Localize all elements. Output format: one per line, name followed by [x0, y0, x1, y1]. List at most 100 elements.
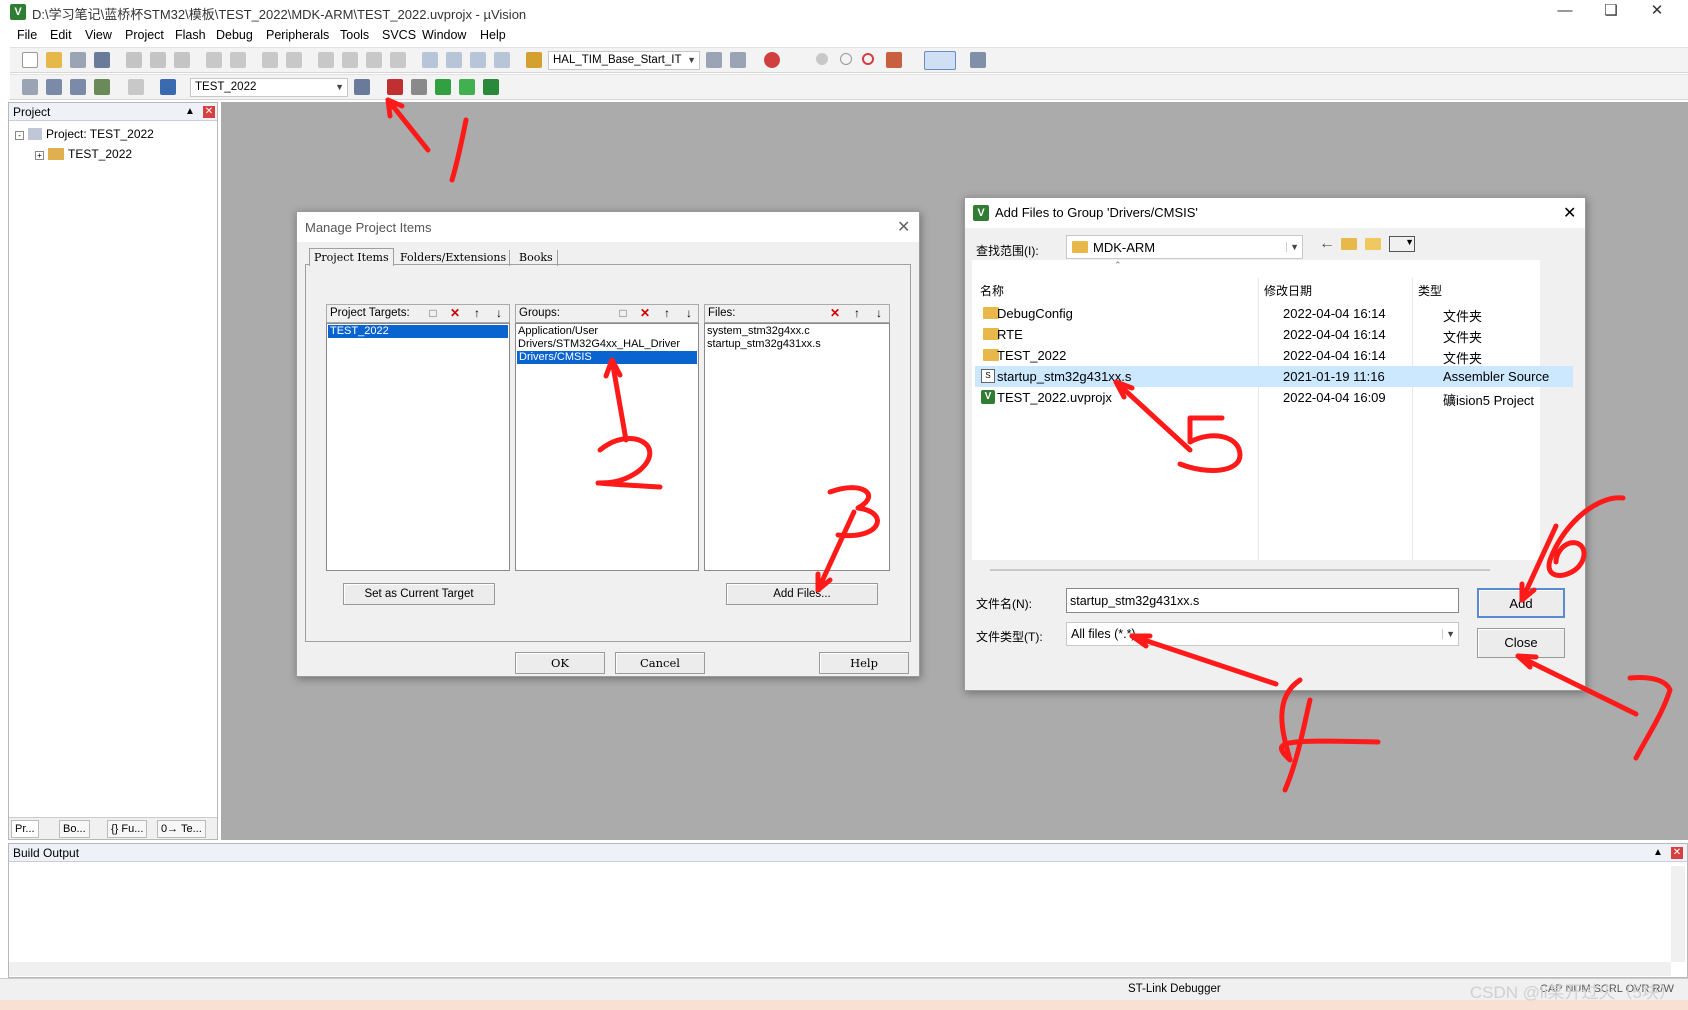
add-files-button[interactable]: Add Files...: [726, 583, 878, 605]
delete-target-icon[interactable]: ✕: [447, 305, 463, 321]
target-options-icon[interactable]: [354, 79, 370, 95]
uncomment-icon[interactable]: [494, 52, 510, 68]
help-button[interactable]: Help: [819, 652, 909, 674]
paste-icon[interactable]: [174, 52, 190, 68]
pin-icon[interactable]: ▲: [185, 106, 195, 117]
vertical-scrollbar[interactable]: [1671, 866, 1685, 962]
move-down-icon[interactable]: ↓: [871, 305, 887, 321]
filetype-combo[interactable]: All files (*.*) ▼: [1066, 622, 1459, 646]
cancel-button[interactable]: Cancel: [615, 652, 705, 674]
function-combo[interactable]: HAL_TIM_Base_Start_IT ▼: [548, 51, 700, 70]
maximize-button[interactable]: ❑: [1588, 0, 1634, 24]
save-icon[interactable]: [70, 52, 86, 68]
menu-tools[interactable]: Tools: [333, 27, 376, 43]
file-row[interactable]: RTE 2022-04-04 16:14 文件夹: [975, 324, 1573, 345]
download-icon[interactable]: [160, 79, 176, 95]
new-target-icon[interactable]: □: [425, 305, 441, 321]
breakpoint-disable-icon[interactable]: [840, 53, 852, 65]
list-item[interactable]: Drivers/CMSIS: [517, 351, 697, 364]
move-down-icon[interactable]: ↓: [491, 305, 507, 321]
list-item[interactable]: system_stm32g4xx.c: [705, 325, 889, 338]
horizontal-scrollbar[interactable]: [9, 962, 1671, 976]
undo-icon[interactable]: [206, 52, 222, 68]
move-up-icon[interactable]: ↑: [849, 305, 865, 321]
look-in-combo[interactable]: MDK-ARM ▼: [1066, 235, 1303, 259]
tab-functions[interactable]: {} Fu...: [107, 820, 148, 838]
list-item[interactable]: startup_stm32g431xx.s: [705, 338, 889, 351]
view-menu-icon[interactable]: ▼: [1389, 236, 1415, 252]
menu-file[interactable]: File: [10, 27, 44, 43]
new-folder-icon[interactable]: [1365, 238, 1381, 250]
bookmark-next-icon[interactable]: [366, 52, 382, 68]
menu-edit[interactable]: Edit: [43, 27, 79, 43]
build-icon[interactable]: [46, 79, 62, 95]
close-window-button[interactable]: ✕: [1634, 0, 1680, 24]
menu-window[interactable]: Window: [415, 27, 473, 43]
menu-help[interactable]: Help: [473, 27, 513, 43]
delete-file-icon[interactable]: ✕: [827, 305, 843, 321]
horizontal-scrollbar[interactable]: [990, 569, 1490, 571]
incremental-find-icon[interactable]: [730, 52, 746, 68]
copy-icon[interactable]: [150, 52, 166, 68]
close-icon[interactable]: ✕: [897, 217, 910, 237]
new-file-icon[interactable]: [22, 52, 38, 68]
add-button[interactable]: Add: [1477, 588, 1565, 618]
manage-project-items-icon[interactable]: [387, 79, 403, 95]
menu-project[interactable]: Project: [118, 27, 171, 43]
minimize-button[interactable]: —: [1542, 0, 1588, 24]
close-button[interactable]: Close: [1477, 628, 1565, 658]
open-file-icon[interactable]: [46, 52, 62, 68]
close-icon[interactable]: ✕: [203, 106, 215, 118]
ok-button[interactable]: OK: [515, 652, 605, 674]
move-down-icon[interactable]: ↓: [681, 305, 697, 321]
up-folder-icon[interactable]: [1341, 238, 1357, 250]
save-all-icon[interactable]: [94, 52, 110, 68]
breakpoint-icon[interactable]: [816, 53, 828, 65]
breakpoint-kill-icon[interactable]: [886, 52, 902, 68]
manage-rte-icon[interactable]: [435, 79, 451, 95]
delete-group-icon[interactable]: ✕: [637, 305, 653, 321]
move-up-icon[interactable]: ↑: [659, 305, 675, 321]
list-item[interactable]: Drivers/STM32G4xx_HAL_Driver: [516, 338, 698, 351]
filename-input[interactable]: [1066, 588, 1459, 613]
files-list[interactable]: system_stm32g4xx.c startup_stm32g431xx.s: [704, 323, 890, 571]
set-current-target-button[interactable]: Set as Current Target: [343, 583, 495, 605]
redo-icon[interactable]: [230, 52, 246, 68]
new-group-icon[interactable]: □: [615, 305, 631, 321]
tree-target[interactable]: + TEST_2022: [35, 147, 132, 161]
file-row[interactable]: DebugConfig 2022-04-04 16:14 文件夹: [975, 303, 1573, 324]
target-combo[interactable]: TEST_2022 ▼: [190, 78, 348, 97]
groups-list[interactable]: Application/User Drivers/STM32G4xx_HAL_D…: [515, 323, 699, 571]
cut-icon[interactable]: [126, 52, 142, 68]
breakpoint-clear-icon[interactable]: [862, 53, 874, 65]
find-in-files-icon[interactable]: [526, 52, 542, 68]
select-packs-icon[interactable]: [411, 79, 427, 95]
rebuild-icon[interactable]: [70, 79, 86, 95]
configure-icon[interactable]: [970, 52, 986, 68]
close-icon[interactable]: ✕: [1671, 847, 1683, 859]
menu-flash[interactable]: Flash: [168, 27, 213, 43]
file-row-selected[interactable]: S startup_stm32g431xx.s 2021-01-19 11:16…: [975, 366, 1573, 387]
menu-debug[interactable]: Debug: [209, 27, 260, 43]
tab-books[interactable]: Books: [515, 250, 558, 266]
tab-books[interactable]: Bo...: [59, 820, 90, 838]
column-name[interactable]: 名称: [980, 282, 1004, 299]
targets-list[interactable]: TEST_2022: [326, 323, 510, 571]
nav-forward-icon[interactable]: [286, 52, 302, 68]
debug-start-icon[interactable]: [764, 52, 780, 68]
tab-project-items[interactable]: Project Items: [309, 248, 394, 266]
unindent-icon[interactable]: [446, 52, 462, 68]
menu-peripherals[interactable]: Peripherals: [259, 27, 336, 43]
comment-icon[interactable]: [470, 52, 486, 68]
file-row[interactable]: TEST_2022 2022-04-04 16:14 文件夹: [975, 345, 1573, 366]
close-icon[interactable]: ✕: [1563, 203, 1576, 223]
bookmark-clear-icon[interactable]: [390, 52, 406, 68]
pin-icon[interactable]: ▲: [1653, 847, 1663, 858]
tab-folders-extensions[interactable]: Folders/Extensions: [397, 250, 511, 266]
indent-icon[interactable]: [422, 52, 438, 68]
stop-build-icon[interactable]: [128, 79, 144, 95]
tab-templates[interactable]: 0→ Te...: [157, 820, 206, 838]
pack-installer-icon[interactable]: [459, 79, 475, 95]
tab-project[interactable]: Pr...: [11, 820, 39, 838]
software-packs-icon[interactable]: [483, 79, 499, 95]
